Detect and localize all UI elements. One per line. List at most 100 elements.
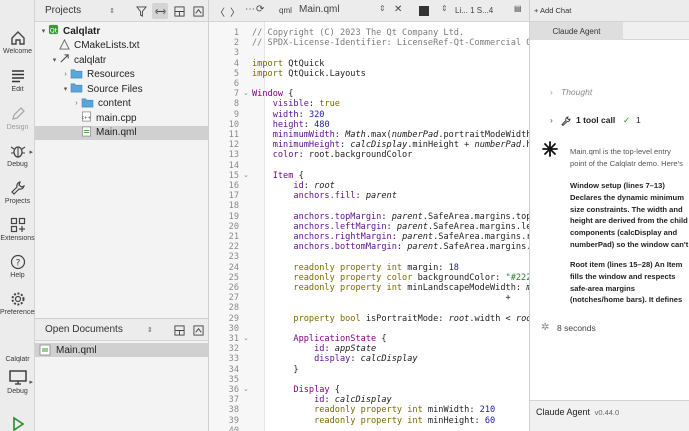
line-number: 31 — [228, 334, 239, 344]
agent-footer-title: Claude Agent — [536, 407, 591, 417]
code-line: + — [252, 293, 516, 303]
fold-toggle-icon[interactable]: ⌄ — [243, 171, 251, 181]
chevron-right-icon: › — [550, 87, 553, 97]
fold-toggle-icon[interactable]: ⌄ — [243, 89, 251, 99]
view-selector[interactable]: Projects ⇕ — [39, 5, 115, 16]
expand-toggle-icon[interactable]: ▾ — [50, 56, 59, 64]
kit-selector[interactable]: ▸ Debug — [0, 370, 35, 395]
code-token: backgroundColor: — [412, 272, 506, 283]
mode-extensions[interactable]: Extensions — [0, 217, 35, 242]
fold-toggle-icon[interactable]: ⌄ — [243, 385, 251, 395]
line-number: 23 — [228, 252, 239, 263]
line-number: 36 — [228, 385, 239, 395]
mode-design[interactable]: Design — [0, 106, 35, 131]
tree-item[interactable]: ▾ calqlatr — [35, 53, 209, 67]
forward-arrow-icon[interactable]: 〉 — [230, 4, 240, 19]
code-token: : — [355, 191, 366, 202]
tree-item-label: calqlatr — [74, 54, 107, 66]
agent-toolbar: + Add Chat — [530, 0, 689, 22]
mode-projects[interactable]: Projects — [0, 180, 35, 205]
code-token: // SPDX-License-Identifier: LicenseRef-Q… — [252, 38, 529, 49]
filter-icon[interactable] — [133, 3, 149, 19]
agent-tab[interactable]: Claude Agent — [530, 22, 623, 40]
link-icon[interactable] — [152, 3, 168, 19]
line-number: 9 — [233, 109, 239, 120]
line-number: 18 — [228, 201, 239, 212]
agent-paragraph-root: Root item (lines 15–28) An Item fills th… — [570, 260, 683, 305]
expand-toggle-icon[interactable]: ▾ — [39, 27, 48, 35]
expand-toggle-icon[interactable]: ▾ — [61, 85, 70, 93]
qml-file-icon — [81, 126, 92, 140]
expand-toggle-icon[interactable]: › — [61, 71, 70, 78]
code-line: Display { — [252, 385, 340, 395]
chevron-right-icon: › — [550, 115, 553, 125]
tree-item[interactable]: › Resources — [35, 68, 209, 82]
mode-help[interactable]: ? Help — [0, 254, 35, 279]
close-pane-icon[interactable] — [190, 322, 206, 338]
split-editor-icon[interactable]: ▤ — [514, 4, 522, 13]
code-token: id — [252, 344, 325, 355]
code-token: .SafeArea.margins.r — [433, 232, 530, 242]
code-line: property bool isPortraitMode: root.width… — [252, 313, 529, 324]
line-number: 2 — [233, 38, 239, 49]
expand-arrow-icon: ▸ — [29, 149, 33, 156]
run-button[interactable] — [0, 416, 35, 431]
code-token: QtQuick — [283, 58, 325, 69]
tree-item[interactable]: c++ main.cpp — [35, 111, 209, 125]
tree-item[interactable]: ▾ Qt Calqlatr — [35, 24, 209, 38]
add-chat-button[interactable]: + Add Chat — [534, 6, 571, 15]
tree-item[interactable]: Main.qml — [35, 125, 209, 140]
reload-icon[interactable]: ⟳ — [256, 4, 264, 15]
code-token: root — [515, 313, 529, 324]
mode-preferences[interactable]: Preferences — [0, 291, 35, 316]
mode-debug[interactable]: ▸ Debug — [0, 143, 35, 168]
close-pane-icon[interactable] — [190, 3, 206, 19]
mode-edit[interactable]: Edit — [0, 68, 35, 93]
code-area[interactable]: // Copyright (C) 2023 The Qt Company Ltd… — [252, 22, 530, 431]
code-token: isPortraitMode: — [360, 313, 449, 324]
split-icon[interactable] — [171, 3, 187, 19]
code-token: : — [324, 344, 335, 355]
tree-item[interactable]: ▾ Source Files — [35, 82, 209, 96]
line-number: 12 — [228, 140, 239, 151]
close-file-icon[interactable]: ✕ — [394, 4, 402, 15]
back-arrow-icon[interactable]: 〈 — [215, 4, 225, 19]
tool-call-row[interactable]: › 1 tool call ✓ 1 — [530, 114, 689, 128]
expand-toggle-icon[interactable]: › — [72, 100, 81, 107]
code-line: anchors.bottomMargin: parent.SafeArea.ma… — [252, 242, 529, 252]
line-number: 24 — [228, 262, 239, 273]
split-icon[interactable] — [171, 322, 187, 338]
line-number: 35 — [228, 374, 239, 385]
mode-label: Edit — [11, 86, 24, 93]
code-editor: 〈 〉 ⋯ ⟳ qml Main.qml ⇕ ✕ ⇕ Li... 1 S...4… — [209, 0, 530, 431]
agent-panel: + Add Chat Claude Agent › Thought › 1 to… — [530, 0, 689, 431]
open-document-item[interactable]: Main.qml — [35, 343, 208, 357]
kit-mode-label: Debug — [7, 388, 28, 395]
thought-row[interactable]: › Thought — [530, 86, 689, 100]
tree-item[interactable]: CMakeLists.txt — [35, 38, 209, 53]
kit-selector-project[interactable]: Calqlatr — [0, 356, 35, 363]
cursor-position[interactable]: Li... 1 S...4 — [455, 6, 493, 15]
code-line: import QtQuick.Layouts — [252, 69, 366, 79]
tree-item[interactable]: › content — [35, 97, 209, 111]
editor-file-name[interactable]: Main.qml — [299, 4, 340, 15]
ellipsis-icon[interactable]: ⋯ — [245, 4, 255, 15]
line-number: 7 — [233, 89, 239, 100]
line-number: 29 — [228, 313, 239, 324]
code-token: // Copyright (C) 2023 The Qt Company Ltd… — [252, 28, 465, 38]
line-number: 6 — [233, 79, 239, 89]
bookmark-icon[interactable] — [419, 6, 429, 16]
fold-toggle-icon[interactable]: ⌄ — [243, 334, 251, 344]
code-token: .SafeArea.margins.top — [422, 211, 530, 222]
monitor-icon — [8, 370, 27, 385]
mode-welcome[interactable]: Welcome — [0, 30, 35, 55]
